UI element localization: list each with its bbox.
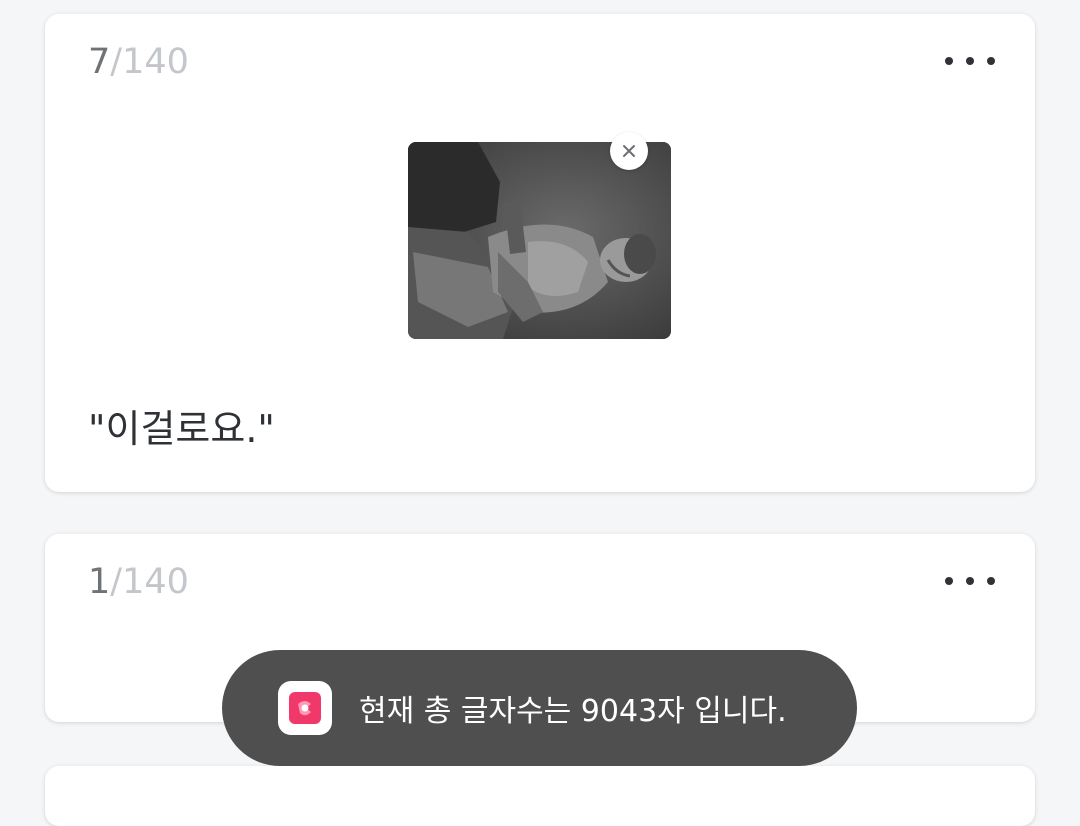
more-dot [966,57,974,65]
more-options-icon[interactable] [945,568,995,594]
counter-separator: / [110,562,123,602]
toast-message: 현재 총 글자수는 9043자 입니다. [359,694,787,729]
card-text[interactable]: "이걸로요." [88,398,275,453]
counter-current: 1 [88,562,111,602]
counter-max: 140 [122,562,189,602]
card: 7/140 "이걸로요." [45,14,1035,492]
char-counter: 1/140 [88,562,189,602]
card [45,766,1035,826]
toast-notification: 현재 총 글자수는 9043자 입니다. [222,650,857,766]
more-dot [945,57,953,65]
remove-image-button[interactable] [610,132,648,170]
char-counter: 7/140 [88,42,189,82]
attached-image[interactable] [408,142,671,339]
close-icon [623,145,635,157]
more-dot [987,577,995,585]
more-options-icon[interactable] [945,48,995,74]
more-dot [987,57,995,65]
statue-photo [408,142,671,339]
app-logo-icon [278,681,332,735]
counter-separator: / [110,42,123,82]
counter-current: 7 [88,42,111,82]
more-dot [945,577,953,585]
counter-max: 140 [122,42,189,82]
more-dot [966,577,974,585]
